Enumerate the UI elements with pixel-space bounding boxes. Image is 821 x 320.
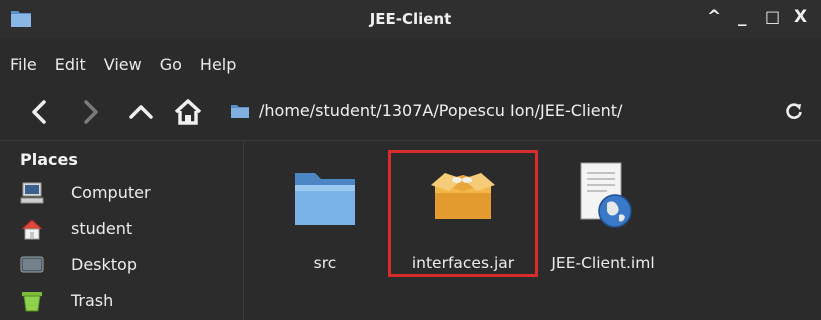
sidebar-item-label: student bbox=[71, 219, 133, 238]
sidebar-item-label: Desktop bbox=[71, 255, 137, 274]
menu-view[interactable]: View bbox=[104, 55, 142, 74]
file-name: interfaces.jar bbox=[411, 254, 515, 272]
file-item-jee-client-iml[interactable]: JEE-Client.iml bbox=[533, 151, 673, 276]
close-button[interactable]: X bbox=[794, 7, 807, 27]
minimize-button[interactable]: _ bbox=[738, 7, 747, 27]
menu-file[interactable]: File bbox=[10, 55, 37, 74]
reload-icon[interactable] bbox=[783, 100, 805, 122]
file-item-src[interactable]: src bbox=[255, 151, 395, 276]
location-path[interactable]: /home/student/1307A/Popescu Ion/JEE-Clie… bbox=[259, 101, 622, 120]
home-nav-icon[interactable] bbox=[170, 94, 206, 130]
file-view: src interfaces.jar JEE-Client.iml bbox=[244, 141, 821, 320]
sidebar-item-computer[interactable]: Computer bbox=[20, 180, 230, 208]
sidebar: Places Computer student Desktop Trash bbox=[0, 141, 243, 320]
folder-icon bbox=[295, 173, 355, 225]
title-bar: JEE-Client ^ _ □ X bbox=[0, 0, 821, 38]
file-name: JEE-Client.iml bbox=[551, 254, 655, 272]
shade-button[interactable]: ^ bbox=[707, 7, 721, 27]
location-bar[interactable]: /home/student/1307A/Popescu Ion/JEE-Clie… bbox=[223, 94, 813, 128]
computer-icon bbox=[20, 182, 44, 204]
toolbar: /home/student/1307A/Popescu Ion/JEE-Clie… bbox=[0, 88, 821, 136]
sidebar-item-label: Computer bbox=[71, 183, 151, 202]
file-item-interfaces-jar[interactable]: interfaces.jar bbox=[393, 151, 533, 276]
up-icon[interactable] bbox=[123, 94, 159, 130]
file-name: src bbox=[313, 254, 337, 272]
document-globe-icon bbox=[580, 162, 632, 228]
trash-icon bbox=[22, 292, 42, 312]
back-icon[interactable] bbox=[22, 94, 58, 130]
menu-help[interactable]: Help bbox=[200, 55, 236, 74]
sidebar-item-student[interactable]: student bbox=[20, 216, 230, 244]
places-heading: Places bbox=[20, 150, 78, 169]
menu-go[interactable]: Go bbox=[160, 55, 182, 74]
folder-icon bbox=[231, 105, 249, 118]
window-title: JEE-Client bbox=[369, 10, 452, 28]
menu-edit[interactable]: Edit bbox=[55, 55, 86, 74]
home-icon bbox=[21, 219, 43, 240]
sidebar-item-desktop[interactable]: Desktop bbox=[20, 252, 230, 280]
package-icon bbox=[431, 173, 495, 219]
sidebar-item-label: Trash bbox=[71, 291, 114, 310]
menu-bar: File Edit View Go Help bbox=[0, 50, 821, 78]
sidebar-item-trash[interactable]: Trash bbox=[20, 288, 230, 316]
maximize-button[interactable]: □ bbox=[765, 7, 780, 26]
desktop-icon bbox=[20, 256, 44, 273]
forward-icon[interactable] bbox=[72, 94, 108, 130]
